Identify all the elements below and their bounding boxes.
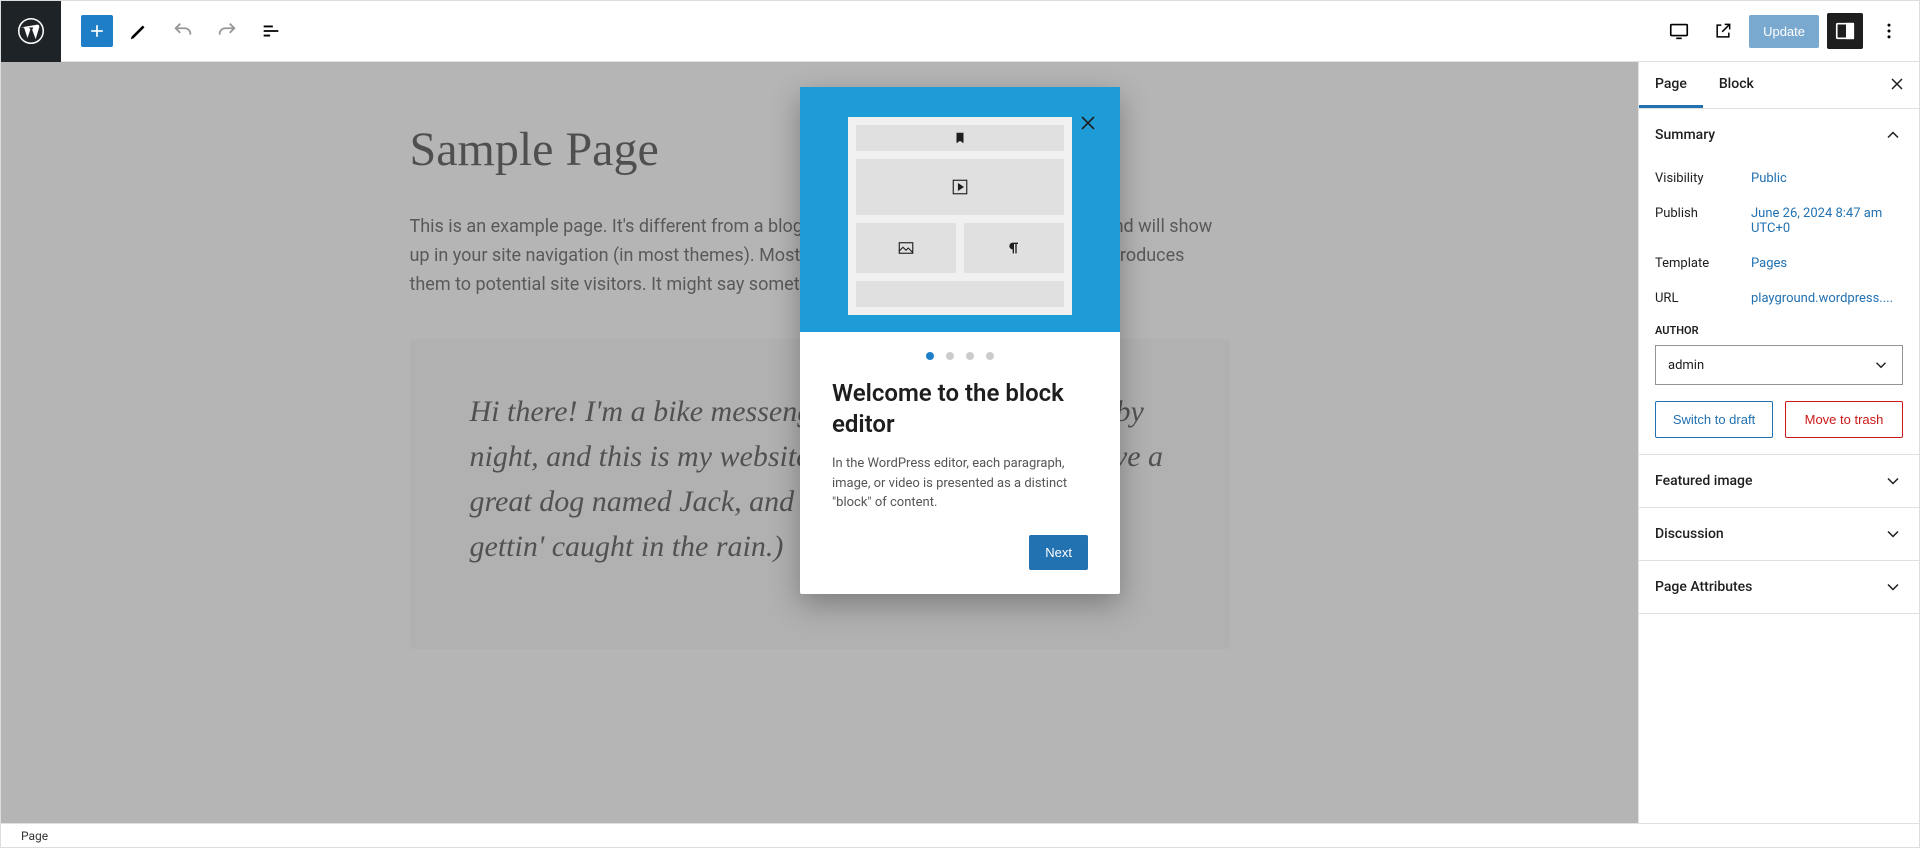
visibility-label: Visibility [1655,171,1751,186]
modal-illustration [800,87,1120,332]
tab-page[interactable]: Page [1639,62,1703,108]
more-options-button[interactable] [1871,13,1907,49]
wordpress-logo[interactable] [1,1,61,62]
publish-value[interactable]: June 26, 2024 8:47 am UTC+0 [1751,206,1882,236]
update-button[interactable]: Update [1749,15,1819,48]
featured-image-panel-toggle[interactable]: Featured image [1639,455,1919,507]
modal-text: In the WordPress editor, each paragraph,… [832,454,1088,513]
chevron-up-icon [1883,125,1903,145]
summary-panel-toggle[interactable]: Summary [1639,109,1919,161]
dot-2[interactable] [946,352,954,360]
page-attributes-heading: Page Attributes [1655,579,1752,595]
chevron-down-icon [1883,577,1903,597]
settings-sidebar-toggle[interactable] [1827,13,1863,49]
chevron-down-icon [1883,524,1903,544]
add-block-button[interactable] [81,15,113,47]
bookmark-icon [953,130,967,146]
author-value: admin [1668,358,1704,373]
visibility-value[interactable]: Public [1751,171,1787,186]
dot-4[interactable] [986,352,994,360]
discussion-heading: Discussion [1655,526,1724,542]
switch-to-draft-button[interactable]: Switch to draft [1655,401,1773,438]
close-sidebar-button[interactable] [1875,62,1919,108]
discussion-panel-toggle[interactable]: Discussion [1639,508,1919,560]
image-icon [897,239,915,257]
author-label: AUTHOR [1655,324,1903,337]
view-button[interactable] [1661,13,1697,49]
featured-image-heading: Featured image [1655,473,1753,489]
url-label: URL [1655,291,1751,306]
dot-3[interactable] [966,352,974,360]
top-toolbar: Update [1,1,1919,62]
move-to-trash-button[interactable]: Move to trash [1785,401,1903,438]
welcome-modal: Welcome to the block editor In the WordP… [800,87,1120,594]
next-button[interactable]: Next [1029,535,1088,570]
chevron-down-icon [1872,356,1890,374]
breadcrumb[interactable]: Page [21,829,48,843]
document-overview-button[interactable] [253,13,289,49]
page-attributes-panel-toggle[interactable]: Page Attributes [1639,561,1919,613]
tools-button[interactable] [121,13,157,49]
template-label: Template [1655,256,1751,271]
template-value[interactable]: Pages [1751,256,1787,271]
summary-panel: Summary Visibility Public Publish June 2… [1639,109,1919,455]
chevron-down-icon [1883,471,1903,491]
settings-sidebar: Page Block Summary Visibility Public [1638,62,1919,823]
tab-block[interactable]: Block [1703,62,1770,108]
paragraph-icon [1006,239,1022,257]
undo-button[interactable] [165,13,201,49]
author-select[interactable]: admin [1655,345,1903,385]
publish-label: Publish [1655,206,1751,236]
play-icon [951,178,969,196]
close-modal-button[interactable] [1076,111,1104,139]
url-value[interactable]: playground.wordpress.... [1751,291,1893,306]
modal-title: Welcome to the block editor [832,378,1088,440]
pagination-dots [832,352,1088,360]
breadcrumb-bar: Page [1,823,1919,847]
redo-button[interactable] [209,13,245,49]
dot-1[interactable] [926,352,934,360]
summary-heading: Summary [1655,127,1715,143]
preview-button[interactable] [1705,13,1741,49]
